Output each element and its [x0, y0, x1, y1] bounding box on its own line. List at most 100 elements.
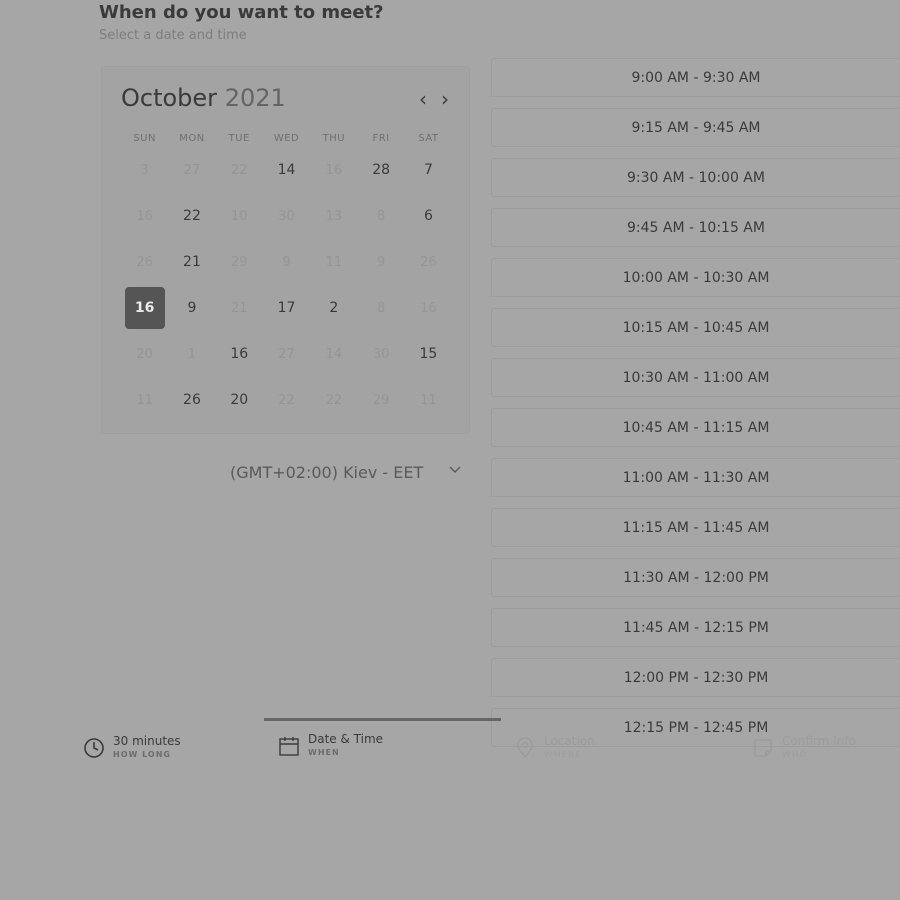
calendar-day-number: 11 [325, 254, 343, 270]
calendar-day-selected[interactable]: 16 [121, 285, 168, 331]
calendar-icon [278, 735, 300, 757]
calendar-day-number: 14 [277, 162, 296, 178]
calendar-day[interactable]: 26 [168, 377, 215, 423]
time-slot[interactable]: 10:15 AM - 10:45 AM [491, 308, 900, 347]
calendar-day[interactable]: 9 [263, 239, 310, 285]
calendar-day[interactable]: 8 [357, 285, 404, 331]
time-slot[interactable]: 10:00 AM - 10:30 AM [491, 258, 900, 297]
calendar-day[interactable]: 9 [168, 285, 215, 331]
time-slot[interactable]: 9:45 AM - 10:15 AM [491, 208, 900, 247]
calendar-day[interactable]: 8 [357, 193, 404, 239]
calendar-day-number: 21 [183, 254, 201, 270]
step-who[interactable]: Confirm Info WHO [752, 734, 856, 761]
calendar-day[interactable]: 28 [357, 147, 404, 193]
calendar-day-number: 27 [183, 162, 201, 178]
calendar-day[interactable]: 30 [263, 193, 310, 239]
calendar-day[interactable]: 26 [405, 239, 452, 285]
step-sublabel: WHEN [308, 748, 340, 757]
calendar: October 2021 ‹ › SUN MON TUE WED THU FRI SAT 3… [101, 66, 470, 434]
time-slot-list[interactable]: 9:00 AM - 9:30 AM 9:15 AM - 9:45 AM 9:30 A… [491, 58, 900, 747]
calendar-day[interactable]: 26 [121, 239, 168, 285]
weekday-label: SUN [133, 133, 156, 144]
calendar-day-number: 22 [230, 162, 248, 178]
calendar-day[interactable]: 16 [310, 147, 357, 193]
calendar-day-number: 21 [230, 300, 248, 316]
note-icon [752, 737, 774, 759]
step-where[interactable]: Location WHERE [514, 734, 595, 761]
calendar-day[interactable]: 11 [121, 377, 168, 423]
calendar-day-number: 16 [230, 346, 249, 362]
time-slot[interactable]: 10:30 AM - 11:00 AM [491, 358, 900, 397]
calendar-day[interactable]: 21 [216, 285, 263, 331]
timezone-select[interactable]: (GMT+02:00) Kiev - EET [230, 463, 423, 482]
calendar-day-number: 2 [329, 300, 339, 316]
weekday-label: FRI [372, 133, 390, 144]
calendar-day[interactable]: 7 [405, 147, 452, 193]
calendar-day[interactable]: 27 [168, 147, 215, 193]
calendar-day[interactable]: 6 [405, 193, 452, 239]
calendar-day-number: 8 [376, 208, 386, 224]
calendar-day-number: 9 [187, 300, 197, 316]
step-sublabel: HOW LONG [113, 750, 171, 759]
calendar-day-number: 29 [230, 254, 248, 270]
calendar-day[interactable]: 29 [216, 239, 263, 285]
calendar-day[interactable]: 22 [168, 193, 215, 239]
calendar-day[interactable]: 16 [216, 331, 263, 377]
calendar-day-number: 28 [372, 162, 391, 178]
calendar-day[interactable]: 22 [263, 377, 310, 423]
calendar-day[interactable]: 16 [405, 285, 452, 331]
calendar-day-number: 7 [423, 162, 433, 178]
time-slot[interactable]: 12:00 PM - 12:30 PM [491, 658, 900, 697]
weekday-label: SAT [418, 133, 439, 144]
step-label: Location [544, 734, 595, 748]
calendar-day[interactable]: 16 [121, 193, 168, 239]
time-slot[interactable]: 11:15 AM - 11:45 AM [491, 508, 900, 547]
calendar-day[interactable]: 10 [216, 193, 263, 239]
step-how-long[interactable]: 30 minutes HOW LONG [83, 734, 181, 761]
calendar-day-number: 13 [325, 208, 343, 224]
chevron-left-icon[interactable]: ‹ [419, 87, 427, 111]
calendar-day-number: 20 [230, 392, 249, 408]
calendar-day-number: 9 [376, 254, 386, 270]
calendar-day[interactable]: 20 [216, 377, 263, 423]
calendar-day-number: 16 [136, 208, 153, 224]
weekday-label: WED [273, 133, 300, 144]
calendar-day[interactable]: 11 [405, 377, 452, 423]
calendar-day[interactable]: 30 [357, 331, 404, 377]
calendar-day-number: 16 [325, 162, 343, 178]
time-slot[interactable]: 11:45 AM - 12:15 PM [491, 608, 900, 647]
calendar-day[interactable]: 14 [310, 331, 357, 377]
calendar-day[interactable]: 27 [263, 331, 310, 377]
chevron-right-icon[interactable]: › [441, 87, 449, 111]
calendar-day[interactable]: 14 [263, 147, 310, 193]
calendar-day-number: 10 [230, 208, 248, 224]
step-label: 30 minutes [113, 734, 181, 748]
weekday-label: TUE [228, 133, 250, 144]
location-pin-icon [514, 737, 536, 759]
calendar-day[interactable]: 22 [310, 377, 357, 423]
time-slot[interactable]: 9:00 AM - 9:30 AM [491, 58, 900, 97]
calendar-day[interactable]: 22 [216, 147, 263, 193]
chevron-down-icon[interactable] [447, 461, 463, 482]
calendar-day[interactable]: 1 [168, 331, 215, 377]
calendar-day[interactable]: 20 [121, 331, 168, 377]
calendar-day[interactable]: 21 [168, 239, 215, 285]
calendar-day-number: 17 [277, 300, 296, 316]
page-title: When do you want to meet? [99, 2, 384, 23]
time-slot[interactable]: 10:45 AM - 11:15 AM [491, 408, 900, 447]
weekday-label: THU [322, 133, 346, 144]
time-slot[interactable]: 11:30 AM - 12:00 PM [491, 558, 900, 597]
time-slot[interactable]: 9:30 AM - 10:00 AM [491, 158, 900, 197]
calendar-day[interactable]: 17 [263, 285, 310, 331]
time-slot[interactable]: 11:00 AM - 11:30 AM [491, 458, 900, 497]
calendar-day[interactable]: 11 [310, 239, 357, 285]
calendar-day[interactable]: 15 [405, 331, 452, 377]
calendar-day[interactable]: 29 [357, 377, 404, 423]
calendar-day[interactable]: 3 [121, 147, 168, 193]
calendar-day[interactable]: 13 [310, 193, 357, 239]
calendar-day[interactable]: 9 [357, 239, 404, 285]
time-slot[interactable]: 9:15 AM - 9:45 AM [491, 108, 900, 147]
step-label: Confirm Info [782, 734, 856, 748]
calendar-day[interactable]: 2 [310, 285, 357, 331]
step-when[interactable]: Date & Time WHEN [278, 732, 383, 759]
